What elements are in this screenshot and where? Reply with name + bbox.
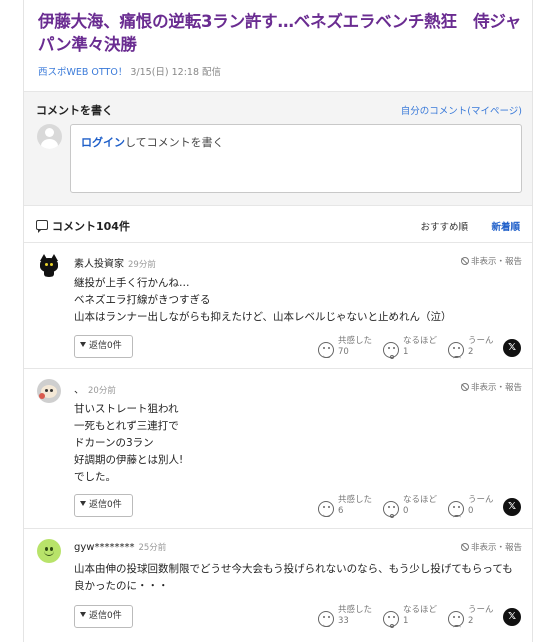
reply-button[interactable]: 返信0件 [74,605,133,628]
publish-date: 3/15(日) 12:18 [130,67,200,78]
triangle-down-icon [80,342,86,347]
comment-input-placeholder: ログインしてコメントを書く [81,134,224,150]
comment-count: コメント104件 [52,220,130,233]
comment-username[interactable]: 、 [74,385,84,396]
comment-line: ドカーンの3ラン [74,437,154,449]
article-header: 伊藤大海、痛恨の逆転3ラン許す…ベネズエラベンチ熱狂 侍ジャパン準々決勝 西スポ… [24,0,532,91]
comment-list-header: コメント104件 おすすめ順 新着順 [24,206,532,243]
reply-label: 返信0件 [89,500,122,510]
article-byline: 西スポWEB OTTO！ 3/15(日) 12:18 配信 [38,64,221,78]
comment-line: 山本由伸の投球回数制限でどうせ今大会もう投げられないのなら、もう少し投げてもらっ… [74,563,513,575]
comment-user: gyw******** 25分前 [74,541,166,553]
smile-face-icon [318,501,334,517]
convinced-label: なるほど [403,336,438,346]
comment-body: 継投が上手く行かんね… ベネズエラ打線がきつすぎる 山本はランナー出しながらも抑… [74,275,451,326]
empathy-count: 6 [338,506,344,516]
comment-time: 20分前 [88,386,116,396]
empathy-count: 33 [338,616,349,626]
comment-line: 一死もとれず三連打で [74,420,179,432]
photo-avatar-icon[interactable] [37,379,61,403]
empathy-label: 共感した [338,605,373,615]
reply-label: 返信0件 [89,341,122,351]
comment-body: 山本由伸の投球回数制限でどうせ今大会もう投げられないのなら、もう少し投げてもらっ… [74,561,532,595]
smile-avatar-icon[interactable] [37,539,61,563]
my-comments-link[interactable]: 自分のコメント(マイページ) [401,103,522,117]
hmm-count: 0 [468,506,474,516]
hide-report-button[interactable]: 非表示・報告 [460,381,522,393]
triangle-down-icon [80,612,86,617]
share-x-icon[interactable]: 𝕏 [503,498,521,516]
comment-line: ベネズエラ打線がきつすぎる [74,294,211,306]
ban-icon [460,383,469,391]
frown-face-icon [448,611,464,627]
hmm-count: 2 [468,347,474,357]
convinced-label: なるほど [403,605,438,615]
frown-face-icon [448,501,464,517]
comment-placeholder-text: してコメントを書く [125,136,224,149]
hide-report-button[interactable]: 非表示・報告 [460,541,522,553]
comment-bubble-icon [36,220,48,233]
empathy-label: 共感した [338,336,373,346]
smile-face-icon [318,611,334,627]
share-x-icon[interactable]: 𝕏 [503,339,521,357]
comment-line: でした。 [74,471,116,483]
comment-time: 29分前 [128,260,156,270]
reply-button[interactable]: 返信0件 [74,494,133,517]
reply-label: 返信0件 [89,611,122,621]
sort-newest-tab[interactable]: 新着順 [491,219,520,233]
comment-input-box[interactable]: ログインしてコメントを書く [70,124,522,193]
frown-face-icon [448,342,464,358]
comment-item: 、 20分前 非表示・報告 甘いストレート狙われ 一死もとれず三連打で ドカーンの… [24,369,532,529]
comment-line: 山本はランナー出しながらも抑えたけど、山本レベルじゃないと止めれん（泣） [74,311,452,323]
comment-user: 素人投資家 29分前 [74,255,156,270]
empathy-count: 70 [338,347,349,357]
hmm-label: うーん [468,495,494,505]
publish-suffix: 配信 [202,67,222,78]
comment-user: 、 20分前 [74,381,116,396]
triangle-down-icon [80,501,86,506]
surprised-face-icon [383,342,399,359]
source-link[interactable]: 西スポWEB OTTO！ [38,67,127,78]
comment-form-title: コメントを書く [36,104,113,117]
convinced-count: 1 [403,616,409,626]
hide-report-label: 非表示・報告 [470,383,522,393]
ban-icon [460,543,469,551]
convinced-count: 1 [403,347,409,357]
convinced-count: 0 [403,506,409,516]
hmm-count: 2 [468,616,474,626]
ban-icon [460,257,469,265]
hide-report-label: 非表示・報告 [470,543,522,553]
convinced-label: なるほど [403,495,438,505]
hide-report-button[interactable]: 非表示・報告 [460,255,522,267]
hide-report-label: 非表示・報告 [470,257,522,267]
cat-avatar-icon[interactable] [37,253,61,277]
comment-item: gyw******** 25分前 非表示・報告 山本由伸の投球回数制限でどうせ今大… [24,529,532,642]
smile-face-icon [318,342,334,358]
sort-recommended-tab[interactable]: おすすめ順 [420,219,468,233]
article-page: 伊藤大海、痛恨の逆転3ラン許す…ベネズエラベンチ熱狂 侍ジャパン準々決勝 西スポ… [23,0,533,642]
comment-form-section: コメントを書く 自分のコメント(マイページ) ログインしてコメントを書く [24,91,532,206]
share-x-icon[interactable]: 𝕏 [503,608,521,626]
surprised-face-icon [383,501,399,518]
article-headline[interactable]: 伊藤大海、痛恨の逆転3ラン許す…ベネズエラベンチ熱狂 侍ジャパン準々決勝 [38,10,528,56]
comment-line: 甘いストレート狙われ [74,403,179,415]
empathy-label: 共感した [338,495,373,505]
comment-line: 良かったのに・・・ [74,580,169,592]
comment-username[interactable]: gyw******** [74,542,134,553]
comment-body: 甘いストレート狙われ 一死もとれず三連打で ドカーンの3ラン 好調期の伊藤とは別… [74,401,183,486]
comment-time: 25分前 [138,543,167,553]
comment-line: 好調期の伊藤とは別人! [74,454,184,466]
login-link[interactable]: ログイン [81,136,125,149]
hmm-label: うーん [468,605,494,615]
hmm-label: うーん [468,336,494,346]
comment-username[interactable]: 素人投資家 [74,259,124,270]
reply-button[interactable]: 返信0件 [74,335,133,358]
comment-line: 継投が上手く行かんね… [74,277,190,289]
default-avatar-icon [37,124,62,149]
comment-item: 素人投資家 29分前 非表示・報告 継投が上手く行かんね… ベネズエラ打線がきつす… [24,243,532,369]
surprised-face-icon [383,611,399,628]
